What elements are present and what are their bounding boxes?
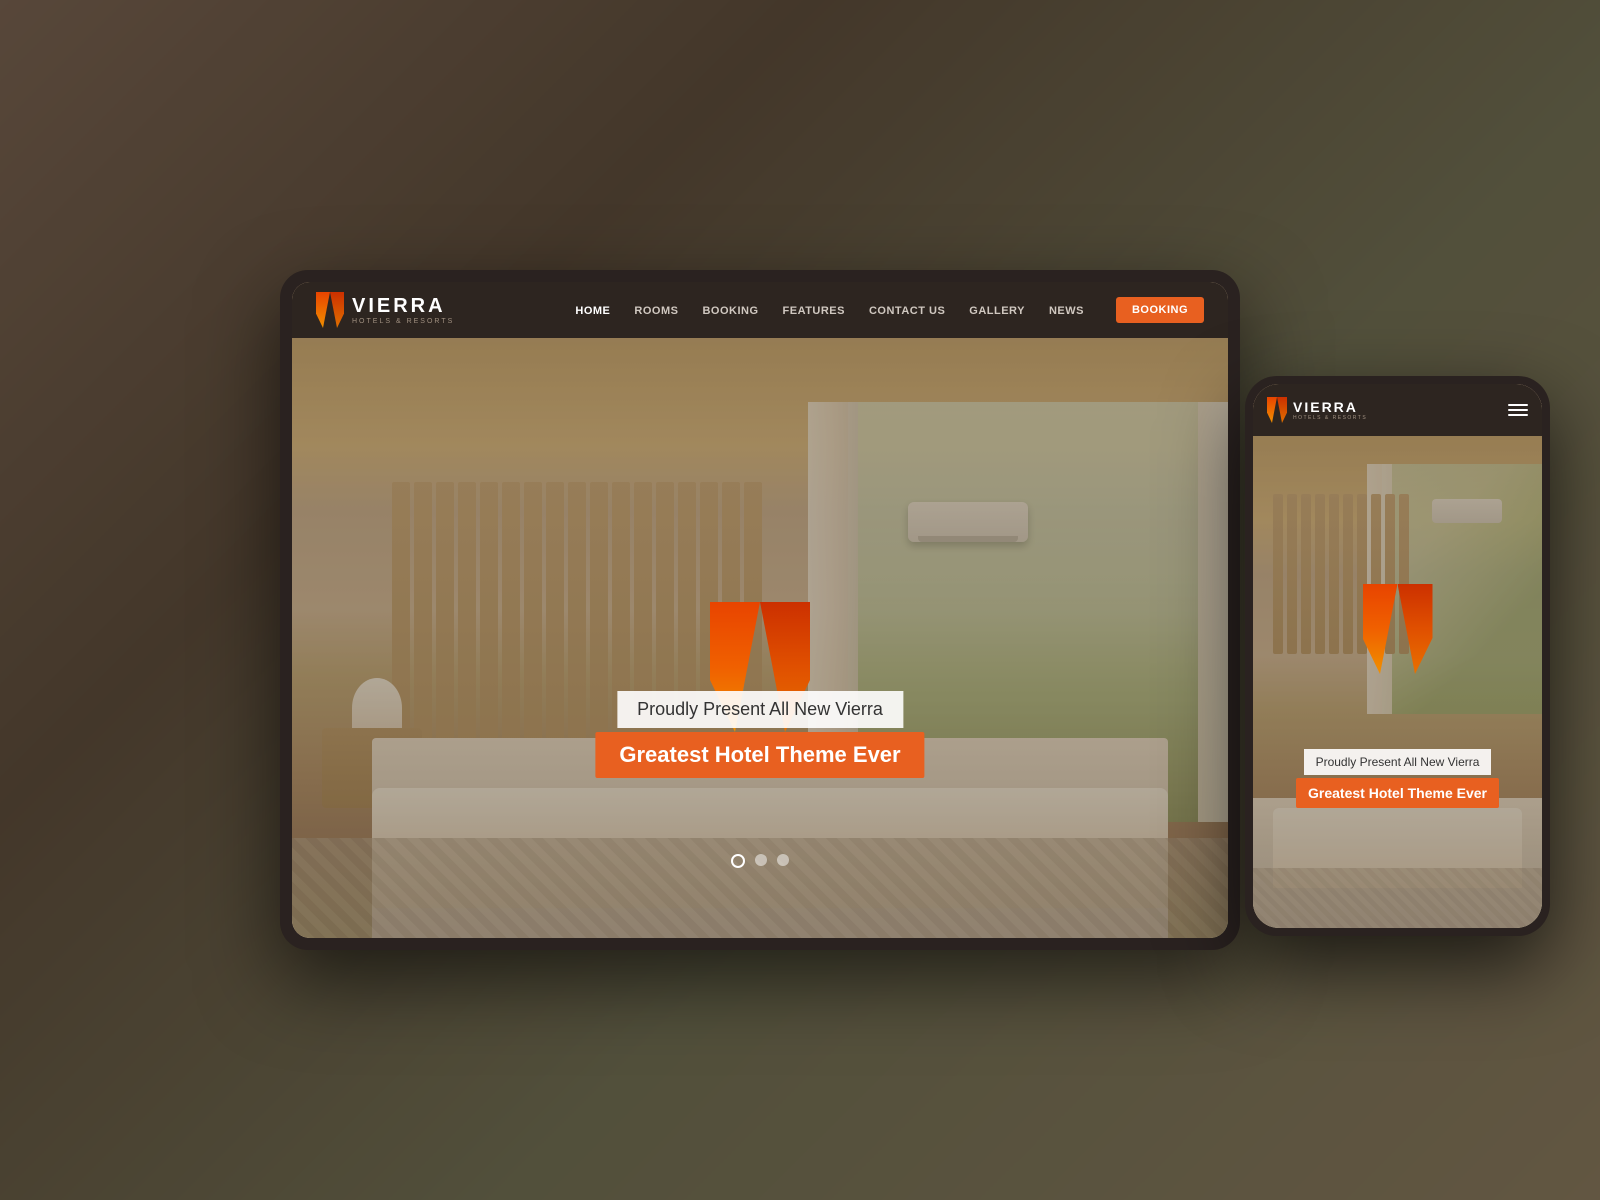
tablet-slide-indicators <box>731 854 789 868</box>
nav-booking-button[interactable]: BOOKING <box>1116 297 1204 323</box>
tablet-hero-subtitle: Proudly Present All New Vierra <box>617 691 903 728</box>
slide-indicator-3[interactable] <box>777 854 789 866</box>
nav-link-gallery[interactable]: GALLERY <box>969 305 1025 317</box>
hamburger-line-1 <box>1508 404 1528 406</box>
main-wrapper: VIERRA HOTELS & RESORTS HOME ROOMS BOOKI… <box>0 0 1600 1200</box>
mobile-hero-subtitle: Proudly Present All New Vierra <box>1304 749 1492 775</box>
mobile-v-left <box>1267 397 1277 423</box>
mobile-nav-logo: VIERRA HOTELS & RESORTS <box>1267 397 1508 423</box>
nav-link-news[interactable]: NEWS <box>1049 305 1084 317</box>
tablet-nav-list: HOME ROOMS BOOKING FEATURES CONTACT US G… <box>575 297 1204 323</box>
tablet-brand-name: VIERRA <box>352 296 454 316</box>
tablet-navbar: VIERRA HOTELS & RESORTS HOME ROOMS BOOKI… <box>292 282 1228 338</box>
mobile-brand-name: VIERRA <box>1293 400 1367 414</box>
nav-link-booking[interactable]: BOOKING <box>702 305 758 317</box>
tablet-screen: VIERRA HOTELS & RESORTS HOME ROOMS BOOKI… <box>292 282 1228 938</box>
slide-indicator-1[interactable] <box>731 854 745 868</box>
mobile-screen: VIERRA HOTELS & RESORTS P <box>1253 384 1542 928</box>
tablet-brand-sub: HOTELS & RESORTS <box>352 318 454 325</box>
tablet-nav-v-logo <box>316 292 344 328</box>
nav-link-rooms[interactable]: ROOMS <box>634 305 678 317</box>
mobile-brand-sub: HOTELS & RESORTS <box>1293 415 1367 421</box>
slide-indicator-2[interactable] <box>755 854 767 866</box>
tablet-hero-title: Greatest Hotel Theme Ever <box>595 732 924 778</box>
tablet-nav-logo: VIERRA HOTELS & RESORTS <box>316 292 454 328</box>
tablet-nav-links: HOME ROOMS BOOKING FEATURES CONTACT US G… <box>575 297 1204 323</box>
hamburger-line-3 <box>1508 414 1528 416</box>
mobile-v-shape-left <box>1363 584 1398 674</box>
mobile-v-shape <box>1363 584 1433 674</box>
tablet-nav-brand-text: VIERRA HOTELS & RESORTS <box>352 296 454 325</box>
tablet-device: VIERRA HOTELS & RESORTS HOME ROOMS BOOKI… <box>280 270 1240 950</box>
v-logo-right <box>330 292 344 328</box>
mobile-nav-brand: VIERRA HOTELS & RESORTS <box>1293 400 1367 421</box>
nav-link-home[interactable]: HOME <box>575 305 610 317</box>
mobile-v-shape-right <box>1398 584 1433 674</box>
mobile-hero-text: Proudly Present All New Vierra Greatest … <box>1253 749 1542 808</box>
mobile-hero-title: Greatest Hotel Theme Ever <box>1296 778 1499 808</box>
nav-link-features[interactable]: FEATURES <box>783 305 845 317</box>
mobile-v-right <box>1277 397 1287 423</box>
mobile-hero-v-logo <box>1363 584 1433 674</box>
mobile-device: VIERRA HOTELS & RESORTS P <box>1245 376 1550 936</box>
mobile-hamburger-button[interactable] <box>1508 404 1528 416</box>
mobile-nav-v-logo <box>1267 397 1287 423</box>
hamburger-line-2 <box>1508 409 1528 411</box>
mobile-navbar: VIERRA HOTELS & RESORTS <box>1253 384 1542 436</box>
v-logo-left <box>316 292 330 328</box>
nav-link-contact[interactable]: CONTACT US <box>869 305 945 317</box>
tablet-hero-text: Proudly Present All New Vierra Greatest … <box>595 691 924 778</box>
